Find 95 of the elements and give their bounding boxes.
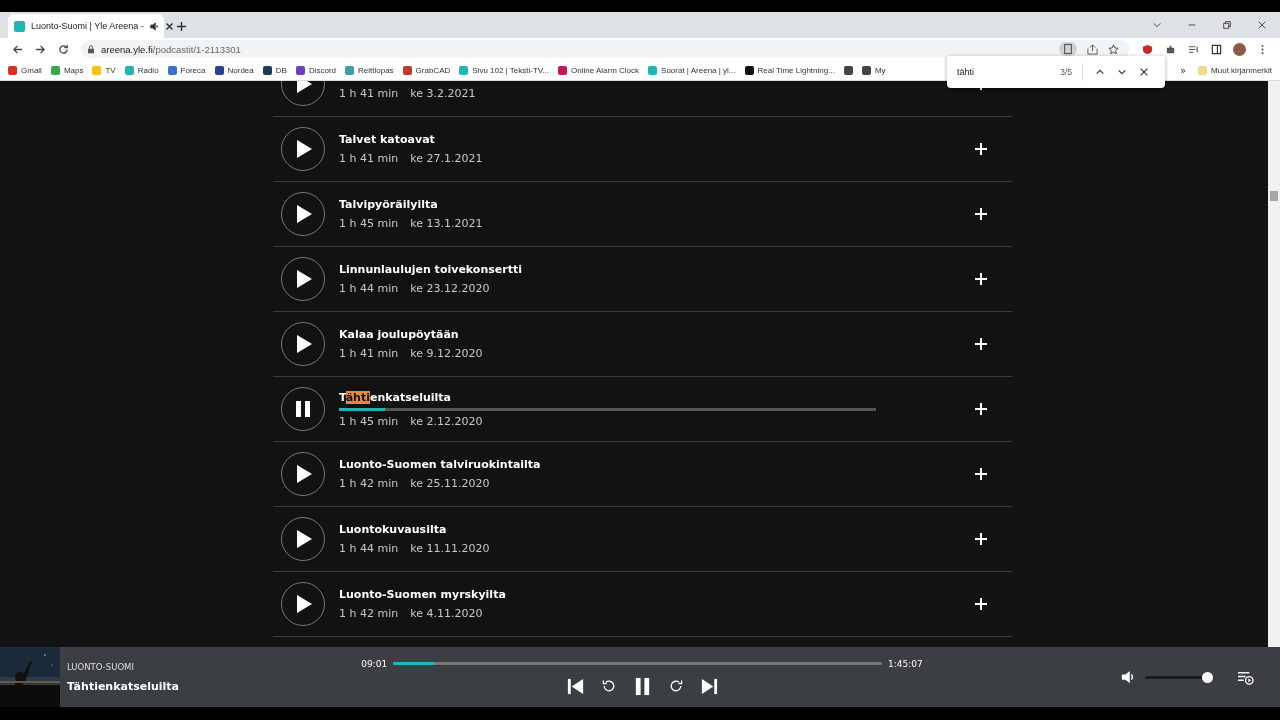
add-icon[interactable] <box>974 207 988 221</box>
play-button[interactable] <box>281 452 325 496</box>
duration: 1 h 45 min <box>339 217 399 230</box>
bookmark[interactable]: Suorat | Areena | yl... <box>648 65 736 75</box>
globe-icon[interactable] <box>843 65 853 75</box>
bookmark[interactable]: DB <box>262 65 287 75</box>
episode-date: ke 4.11.2020 <box>410 607 483 620</box>
episode-date: ke 13.1.2021 <box>410 217 483 230</box>
bookmark[interactable]: My <box>861 65 886 75</box>
duration: 1 h 44 min <box>339 542 399 555</box>
episode-date: ke 27.1.2021 <box>410 152 483 165</box>
bookmark[interactable]: GrabCAD <box>402 65 451 75</box>
series-name: LUONTO-SUOMI <box>67 661 135 672</box>
bookmark[interactable]: Discord <box>295 65 336 75</box>
shield-icon[interactable] <box>1142 43 1153 55</box>
speaker-icon <box>149 21 159 31</box>
add-icon[interactable] <box>974 532 988 546</box>
page-icon[interactable] <box>1059 42 1077 56</box>
play-button[interactable] <box>281 127 325 171</box>
episode-title[interactable]: Linnunlaulujen toivekonsertti <box>339 263 974 276</box>
episode-title[interactable]: Luonto-Suomen talviruokintailta <box>339 458 974 471</box>
reload-icon[interactable] <box>58 43 69 55</box>
side-panel-icon[interactable] <box>1211 43 1222 55</box>
play-button[interactable] <box>281 257 325 301</box>
episode-title[interactable]: Talvet katoavat <box>339 133 974 146</box>
episode-date: ke 11.11.2020 <box>410 542 490 555</box>
bookmark[interactable]: Radio <box>124 65 159 75</box>
bookmark[interactable]: Reittiopas <box>345 65 394 75</box>
episode-title[interactable]: Luontokuvausilta <box>339 523 974 536</box>
elapsed-time: 09:01 <box>361 658 388 669</box>
add-icon[interactable] <box>974 402 988 416</box>
episode-date: ke 25.11.2020 <box>410 477 490 490</box>
chevron-up-icon[interactable] <box>1095 67 1105 77</box>
play-button[interactable] <box>281 322 325 366</box>
duration: 1 h 41 min <box>339 347 399 360</box>
pause-button[interactable] <box>281 387 325 431</box>
scrollbar[interactable] <box>1268 81 1280 647</box>
episode-date: ke 2.12.2020 <box>410 414 483 428</box>
play-button[interactable] <box>281 582 325 626</box>
add-icon[interactable] <box>974 597 988 611</box>
next-icon[interactable] <box>699 676 719 696</box>
puzzle-icon[interactable] <box>1165 43 1176 55</box>
bookmark[interactable]: Online Alarm Clock <box>558 65 640 75</box>
close-icon[interactable] <box>164 21 174 31</box>
bookmark[interactable]: Real Time Lightning... <box>744 65 835 75</box>
find-field[interactable]: tähti <box>957 67 1061 77</box>
bookmark[interactable]: Foreca <box>167 65 206 75</box>
bookmark[interactable]: Nordea <box>214 65 254 75</box>
episode-date: ke 23.12.2020 <box>410 282 490 295</box>
add-icon[interactable] <box>974 467 988 481</box>
star-icon[interactable] <box>1108 43 1119 55</box>
duration: 1 h 41 min <box>339 87 399 100</box>
pause-icon <box>293 399 313 419</box>
previous-icon[interactable] <box>565 676 585 696</box>
volume-icon[interactable] <box>1121 670 1135 684</box>
address-bar[interactable]: areena.yle.fi/podcastit/1-2113301 <box>81 40 1130 58</box>
add-icon[interactable] <box>974 272 988 286</box>
play-button[interactable] <box>281 192 325 236</box>
bookmark[interactable]: Sivu 102 | Teksti-TV... <box>459 65 550 75</box>
avatar[interactable] <box>1233 42 1246 56</box>
share-icon[interactable] <box>1087 43 1098 55</box>
close-icon[interactable] <box>1139 67 1149 77</box>
restore-icon[interactable] <box>1222 20 1232 30</box>
duration: 1 h 42 min <box>339 477 399 490</box>
play-button[interactable] <box>281 517 325 561</box>
add-icon[interactable] <box>974 337 988 351</box>
chevron-down-icon[interactable] <box>1117 67 1127 77</box>
duration: 1 h 41 min <box>339 152 399 165</box>
rewind-icon[interactable] <box>600 678 617 694</box>
now-playing-title: Tähtienkatseluilta <box>67 679 181 693</box>
forward-icon[interactable] <box>35 43 46 55</box>
total-time: 1:45:07 <box>888 658 923 669</box>
lock-icon <box>87 44 95 54</box>
more-bookmarks[interactable]: » <box>1179 64 1187 76</box>
playlist-icon[interactable] <box>1188 43 1199 55</box>
episode-date: ke 3.2.2021 <box>410 87 476 100</box>
new-tab-icon[interactable] <box>176 21 187 32</box>
close-icon[interactable] <box>1257 20 1267 30</box>
yle-icon <box>14 20 25 32</box>
bookmark[interactable]: Maps <box>50 65 84 75</box>
back-icon[interactable] <box>12 43 23 55</box>
episode-title[interactable]: Talvipyöräilyilta <box>339 198 974 211</box>
tab-title: Luonto-Suomi | Yle Areena - <box>31 21 144 31</box>
add-icon[interactable] <box>974 142 988 156</box>
duration: 1 h 45 min <box>339 414 399 428</box>
duration: 1 h 44 min <box>339 282 399 295</box>
episode-title[interactable]: Kalaa joulupöytään <box>339 328 974 341</box>
duration: 1 h 42 min <box>339 607 399 620</box>
other-bookmarks[interactable]: Muut kirjanmerkit <box>1198 65 1272 75</box>
bookmark[interactable]: Gmail <box>8 65 42 75</box>
episode-date: ke 9.12.2020 <box>410 347 483 360</box>
bookmark[interactable]: TV <box>92 65 116 75</box>
queue-icon[interactable] <box>1237 669 1254 685</box>
episode-title[interactable]: Luonto-Suomen myrskyilta <box>339 588 974 601</box>
match-count: 3/5 <box>1060 67 1072 77</box>
